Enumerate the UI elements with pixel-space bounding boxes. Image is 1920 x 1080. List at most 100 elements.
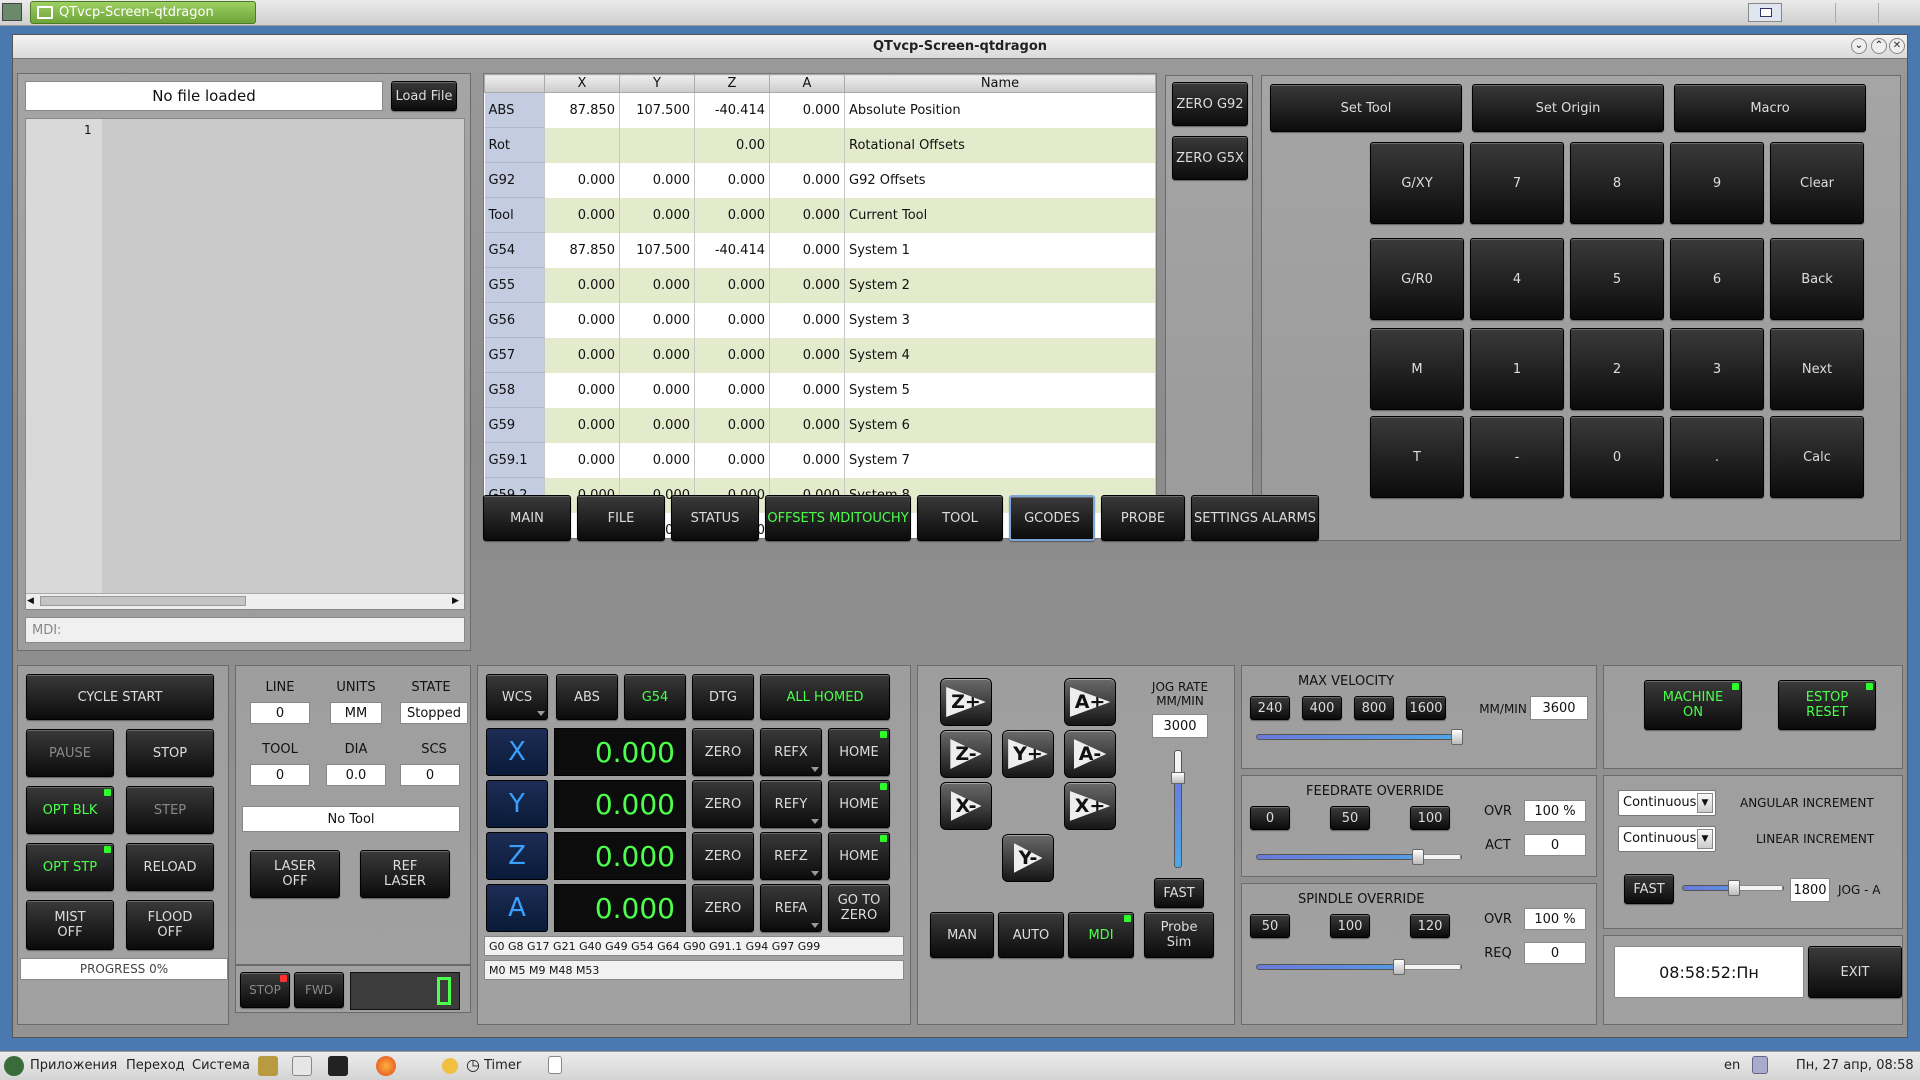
probe-sim-button[interactable]: Probe Sim — [1144, 912, 1214, 958]
menu-system[interactable]: Система — [192, 1058, 250, 1073]
table-cell[interactable]: G92 Offsets — [844, 162, 1156, 198]
wcs-button[interactable]: WCS — [486, 674, 548, 720]
table-cell[interactable]: 0.000 — [619, 372, 695, 408]
g54-button[interactable]: G54 — [624, 674, 686, 720]
max-velocity-slider[interactable] — [1256, 729, 1463, 745]
home-x-button[interactable]: HOME — [828, 728, 890, 776]
spindle-override-slider[interactable] — [1256, 959, 1462, 975]
tab-settings-alarms[interactable]: SETTINGS ALARMS — [1191, 495, 1319, 541]
ref-z-button[interactable]: REFZ — [760, 832, 822, 880]
maximize-icon[interactable]: ⌃ — [1871, 38, 1887, 54]
keypad-key[interactable]: T — [1370, 416, 1464, 498]
mist-button[interactable]: MIST OFF — [26, 900, 114, 950]
keypad-key[interactable]: 5 — [1570, 238, 1664, 320]
menu-go[interactable]: Переход — [126, 1058, 185, 1073]
ref-laser-button[interactable]: REF LASER — [360, 850, 450, 898]
mdi-input[interactable]: MDI: — [25, 617, 465, 643]
table-cell[interactable]: 0.000 — [544, 197, 620, 233]
minimize-icon[interactable]: ⌄ — [1851, 38, 1867, 54]
column-header[interactable]: Y — [619, 74, 695, 93]
table-cell[interactable]: G59.1 — [484, 442, 545, 478]
table-cell[interactable]: G57 — [484, 337, 545, 373]
taskbar-window-button[interactable]: QTvcp-Screen-qtdragon — [30, 1, 256, 24]
jog-a-minus-button[interactable]: A- — [1064, 730, 1116, 778]
spindle-fwd-button[interactable]: FWD — [294, 972, 344, 1008]
table-cell[interactable]: G92 — [484, 162, 545, 198]
slider-handle[interactable] — [1412, 849, 1424, 865]
keypad-key[interactable]: 3 — [1670, 328, 1764, 410]
dtg-button[interactable]: DTG — [692, 674, 754, 720]
table-cell[interactable]: System 6 — [844, 407, 1156, 443]
keypad-key[interactable]: 1 — [1470, 328, 1564, 410]
table-cell[interactable]: 0.000 — [769, 197, 845, 233]
zero-z-button[interactable]: ZERO — [692, 832, 754, 880]
table-cell[interactable]: 0.000 — [694, 162, 770, 198]
table-cell[interactable]: System 2 — [844, 267, 1156, 303]
jog-x-plus-button[interactable]: X+ — [1064, 782, 1116, 830]
table-cell[interactable]: 0.000 — [769, 407, 845, 443]
zero-g5x-button[interactable]: ZERO G5X — [1172, 136, 1248, 180]
table-cell[interactable]: 0.000 — [694, 442, 770, 478]
axis-y-label[interactable]: Y — [486, 780, 548, 828]
keypad-key[interactable]: Calc — [1770, 416, 1864, 498]
table-row[interactable]: Tool 0.000 0.000 0.000 0.000 Current Tool — [484, 197, 1156, 233]
table-row[interactable]: G92 0.000 0.000 0.000 0.000 G92 Offsets — [484, 162, 1156, 198]
table-cell[interactable]: ABS — [484, 92, 545, 128]
table-cell[interactable]: 0.000 — [694, 407, 770, 443]
stop-button[interactable]: STOP — [126, 729, 214, 777]
man-mode-button[interactable]: MAN — [930, 912, 994, 958]
menu-applications[interactable]: Приложения — [30, 1058, 117, 1073]
zero-x-button[interactable]: ZERO — [692, 728, 754, 776]
jog-z-plus-button[interactable]: Z+ — [940, 678, 992, 726]
tab-status[interactable]: STATUS — [671, 495, 759, 541]
slider-handle[interactable] — [1451, 729, 1463, 745]
slider-handle[interactable] — [1728, 880, 1740, 896]
load-file-button[interactable]: Load File — [391, 81, 457, 111]
preset-50-button[interactable]: 50 — [1330, 806, 1370, 830]
machine-on-button[interactable]: MACHINE ON — [1644, 680, 1742, 730]
jog-z-minus-button[interactable]: Z- — [940, 730, 992, 778]
table-cell[interactable]: 0.000 — [544, 267, 620, 303]
keypad-key[interactable]: 7 — [1470, 142, 1564, 224]
column-header[interactable]: Z — [694, 74, 770, 93]
table-cell[interactable] — [769, 127, 845, 163]
zero-a-button[interactable]: ZERO — [692, 884, 754, 932]
table-cell[interactable] — [619, 127, 695, 163]
keyboard-layout[interactable]: en — [1724, 1058, 1740, 1073]
table-cell[interactable]: 107.500 — [619, 232, 695, 268]
table-cell[interactable]: 0.000 — [769, 267, 845, 303]
table-cell[interactable]: 0.000 — [694, 267, 770, 303]
zero-g92-button[interactable]: ZERO G92 — [1172, 82, 1248, 126]
keypad-key[interactable]: 2 — [1570, 328, 1664, 410]
estop-reset-button[interactable]: ESTOP RESET — [1778, 680, 1876, 730]
table-cell[interactable]: System 4 — [844, 337, 1156, 373]
table-cell[interactable]: 0.000 — [769, 372, 845, 408]
table-cell[interactable]: 0.000 — [769, 92, 845, 128]
table-cell[interactable]: 0.000 — [619, 197, 695, 233]
keypad-key[interactable]: 4 — [1470, 238, 1564, 320]
table-cell[interactable]: Rot — [484, 127, 545, 163]
table-cell[interactable]: Current Tool — [844, 197, 1156, 233]
jog-a-slider[interactable] — [1682, 880, 1784, 896]
settings-icon[interactable] — [258, 1056, 278, 1076]
cycle-start-button[interactable]: CYCLE START — [26, 674, 214, 720]
preset-100-button[interactable]: 100 — [1330, 914, 1370, 938]
taskbar-datetime[interactable]: Пн, 27 апр, 08:58 — [1796, 1058, 1914, 1073]
table-cell[interactable]: 0.000 — [694, 197, 770, 233]
table-cell[interactable]: 0.000 — [544, 302, 620, 338]
keypad-key[interactable]: - — [1470, 416, 1564, 498]
ref-x-button[interactable]: REFX — [760, 728, 822, 776]
laser-off-button[interactable]: LASER OFF — [250, 850, 340, 898]
keypad-key[interactable]: Back — [1770, 238, 1864, 320]
table-cell[interactable]: System 5 — [844, 372, 1156, 408]
table-row[interactable]: G54 87.850 107.500 -40.414 0.000 System 1 — [484, 232, 1156, 268]
reload-button[interactable]: RELOAD — [126, 843, 214, 891]
zero-y-button[interactable]: ZERO — [692, 780, 754, 828]
table-cell[interactable]: G55 — [484, 267, 545, 303]
jog-rate-value[interactable]: 3000 — [1152, 714, 1208, 738]
table-cell[interactable]: Tool — [484, 197, 545, 233]
mate-menu-icon[interactable] — [4, 1056, 24, 1076]
preset-240-button[interactable]: 240 — [1250, 696, 1290, 720]
table-row[interactable]: Rot 0.00 Rotational Offsets — [484, 127, 1156, 163]
horizontal-scrollbar[interactable]: ◀ ▶ — [26, 593, 464, 609]
